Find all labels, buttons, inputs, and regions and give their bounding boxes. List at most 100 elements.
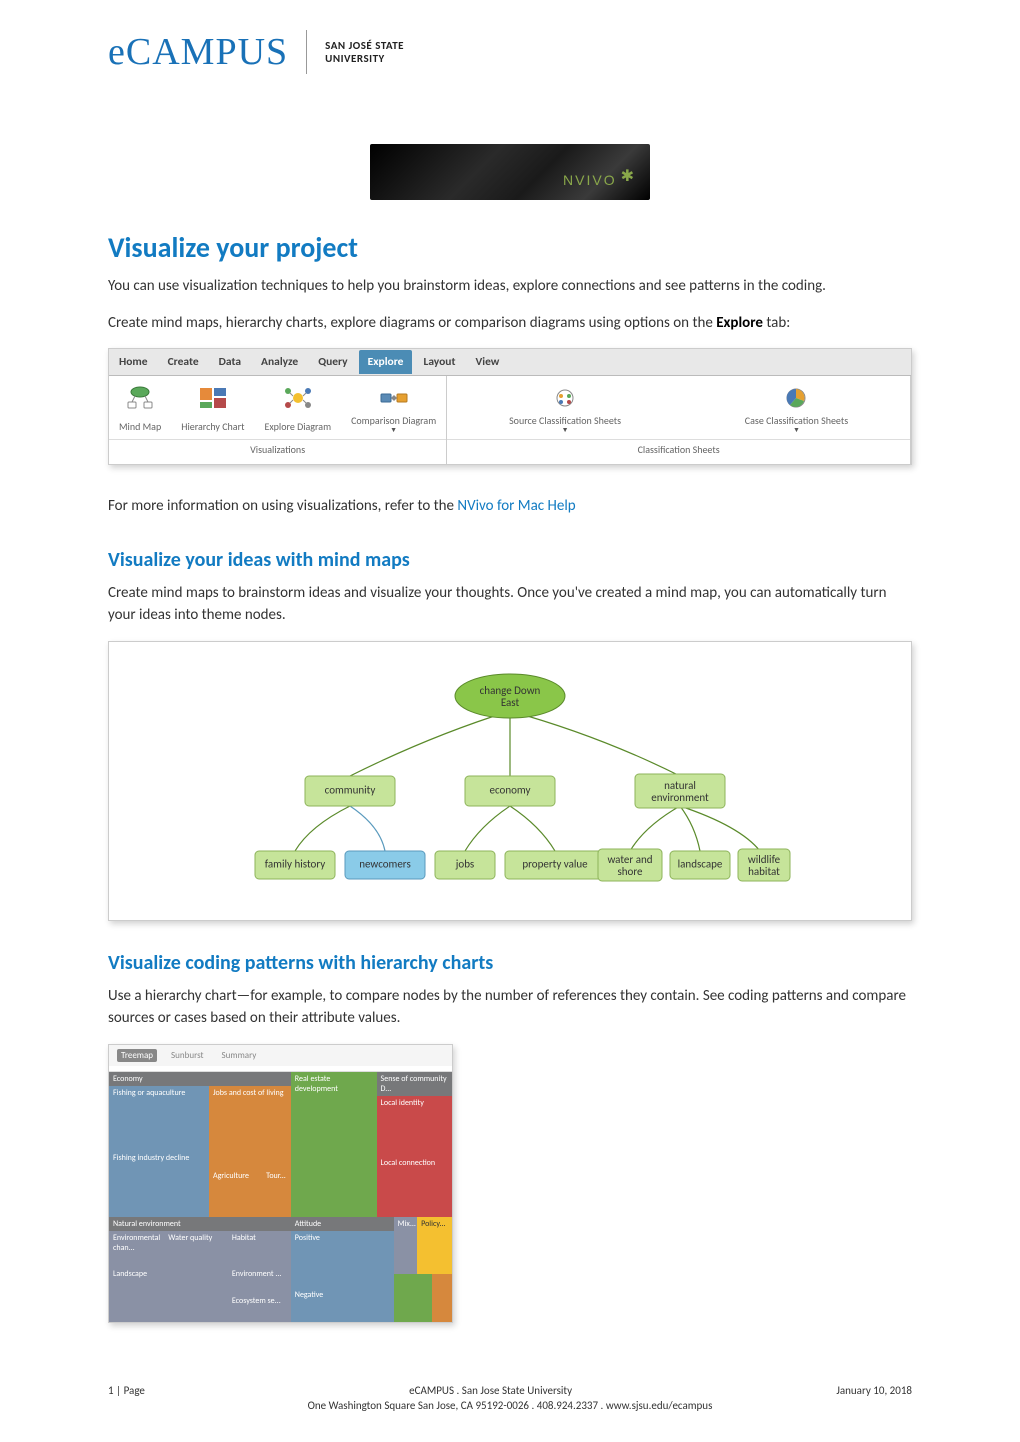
ribbon-comparison-diagram[interactable]: Comparison Diagram▼ — [341, 380, 446, 439]
case-classification-icon — [781, 385, 811, 411]
tm-real-estate: Real estate development — [291, 1072, 377, 1217]
mindmap-node: family history — [265, 857, 325, 870]
tab-treemap[interactable]: Treemap — [117, 1049, 157, 1062]
ecampus-logo: eCAMPUS — [108, 30, 288, 74]
mindmap-node: property value — [522, 857, 588, 870]
mind-maps-heading: Visualize your ideas with mind maps — [108, 548, 912, 572]
hierarchy-chart-icon — [198, 385, 228, 411]
ribbon-case-classification[interactable]: Case Classification Sheets▼ — [735, 380, 858, 439]
tab-query[interactable]: Query — [308, 349, 357, 375]
tm-cell: Landscape — [109, 1267, 164, 1322]
tab-home[interactable]: Home — [109, 349, 158, 375]
mindmap-node: landscape — [678, 857, 723, 870]
mind-map-icon — [125, 385, 155, 411]
intro-paragraph-1: You can use visualization techniques to … — [108, 275, 912, 298]
ribbon-body: Mind Map Hierarchy Chart Explore Diagram — [109, 376, 911, 464]
tab-sunburst[interactable]: Sunburst — [167, 1049, 207, 1062]
hierarchy-chart-label: Hierarchy Chart — [181, 415, 244, 437]
tm-cell: Positive — [291, 1231, 394, 1289]
comparison-diagram-label: Comparison Diagram▼ — [351, 415, 436, 437]
mind-map-label: Mind Map — [119, 415, 161, 437]
tab-layout[interactable]: Layout — [413, 349, 465, 375]
tm-cell: Tour... — [262, 1169, 291, 1216]
tm-cell: Negative — [291, 1288, 394, 1321]
tm-policy: Policy... — [417, 1217, 452, 1275]
page-header: eCAMPUS SAN JOSÉ STATE UNIVERSITY — [108, 30, 912, 74]
tm-cell: Fishing industry decline — [109, 1151, 209, 1217]
tm-cell: Water quality — [164, 1231, 228, 1322]
mindmap-node: jobs — [455, 857, 474, 870]
group-label-visualizations: Visualizations — [109, 439, 446, 460]
tab-analyze[interactable]: Analyze — [251, 349, 308, 375]
mindmap-diagram: change DownEast community economy natura… — [123, 656, 897, 906]
help-paragraph: For more information on using visualizat… — [108, 495, 912, 518]
tm-cell: Fishing or aquaculture — [109, 1086, 209, 1152]
tm-cell — [432, 1274, 453, 1321]
treemap-tabs: Treemap Sunburst Summary — [109, 1045, 452, 1066]
p2-pre: Create mind maps, hierarchy charts, expl… — [108, 314, 716, 332]
tm-cell: Ecosystem se... — [228, 1294, 291, 1321]
tm-economy-header: Economy — [109, 1072, 291, 1086]
tm-cell: Local identity — [377, 1096, 452, 1156]
explore-diagram-icon — [283, 385, 313, 411]
ribbon-tabs: Home Create Data Analyze Query Explore L… — [109, 349, 911, 376]
ribbon-group-visualizations: Mind Map Hierarchy Chart Explore Diagram — [109, 376, 447, 464]
tm-cell: Environmental chan... — [109, 1231, 164, 1267]
tm-natural-header: Natural environment — [109, 1217, 291, 1231]
tab-create[interactable]: Create — [158, 349, 209, 375]
tab-view[interactable]: View — [465, 349, 509, 375]
ribbon-mind-map[interactable]: Mind Map — [109, 380, 171, 439]
explore-diagram-label: Explore Diagram — [264, 415, 331, 437]
header-divider — [306, 30, 307, 74]
tm-cell: Habitat — [228, 1231, 291, 1267]
footer-center: eCAMPUS . San Jose State University — [409, 1384, 572, 1397]
page-container: eCAMPUS SAN JOSÉ STATE UNIVERSITY NVIVO✱… — [0, 0, 1020, 1442]
tab-summary[interactable]: Summary — [218, 1049, 261, 1062]
p2-post: tab: — [763, 314, 790, 332]
treemap-body: Economy Fishing or aquaculture Fishing i… — [109, 1072, 452, 1322]
tm-cell: Jobs and cost of living — [209, 1086, 291, 1170]
chevron-down-icon: ▼ — [793, 426, 800, 433]
tm-cell: Agriculture — [209, 1169, 262, 1216]
ribbon-explore-diagram[interactable]: Explore Diagram — [254, 380, 341, 439]
mindmap-node: community — [325, 783, 376, 796]
tm-cell — [394, 1274, 432, 1321]
case-classification-label: Case Classification Sheets▼ — [745, 415, 848, 437]
hierarchy-charts-heading: Visualize coding patterns with hierarchy… — [108, 951, 912, 975]
nvivo-help-link[interactable]: NVivo for Mac Help — [457, 497, 575, 515]
tm-sense-header: Sense of community D... — [377, 1072, 452, 1096]
university-line2: UNIVERSITY — [325, 52, 404, 65]
tm-attitude-header: Attitude — [291, 1217, 394, 1231]
mindmap-screenshot: change DownEast community economy natura… — [108, 641, 912, 921]
university-line1: SAN JOSÉ STATE — [325, 39, 404, 52]
ribbon-source-classification[interactable]: Source Classification Sheets▼ — [499, 380, 631, 439]
tm-cell: Environment ... — [228, 1267, 291, 1294]
group-label-classification: Classification Sheets — [447, 439, 910, 460]
page-title: Visualize your project — [108, 230, 912, 265]
chevron-down-icon: ▼ — [390, 426, 397, 433]
footer-address: One Washington Square San Jose, CA 95192… — [108, 1399, 912, 1412]
tab-data[interactable]: Data — [209, 349, 251, 375]
footer-date: January 10, 2018 — [836, 1384, 912, 1397]
chevron-down-icon: ▼ — [562, 426, 569, 433]
nvivo-text: NVIVO — [563, 172, 617, 188]
intro-paragraph-2: Create mind maps, hierarchy charts, expl… — [108, 312, 912, 335]
comparison-diagram-icon — [379, 385, 409, 411]
university-name: SAN JOSÉ STATE UNIVERSITY — [325, 39, 404, 65]
tm-cell: Local connection — [377, 1156, 452, 1217]
nvivo-asterisk-icon: ✱ — [621, 166, 636, 186]
tm-mix: Mix... — [394, 1217, 417, 1275]
mind-maps-paragraph: Create mind maps to brainstorm ideas and… — [108, 582, 912, 627]
mindmap-node: wildlifehabitat — [748, 852, 781, 877]
source-classification-icon — [550, 385, 580, 411]
tab-explore[interactable]: Explore — [359, 350, 413, 374]
help-pre: For more information on using visualizat… — [108, 497, 457, 515]
ribbon-hierarchy-chart[interactable]: Hierarchy Chart — [171, 380, 254, 439]
nvivo-banner-text: NVIVO✱ — [563, 170, 636, 190]
footer-page-number: 1 | Page — [108, 1384, 145, 1397]
mindmap-node-selected: newcomers — [359, 857, 411, 870]
source-classification-label: Source Classification Sheets▼ — [509, 415, 621, 437]
hierarchy-charts-paragraph: Use a hierarchy chart—for example, to co… — [108, 985, 912, 1030]
explore-tab-ref: Explore — [716, 314, 763, 332]
page-footer: 1 | Page eCAMPUS . San Jose State Univer… — [108, 1384, 912, 1412]
